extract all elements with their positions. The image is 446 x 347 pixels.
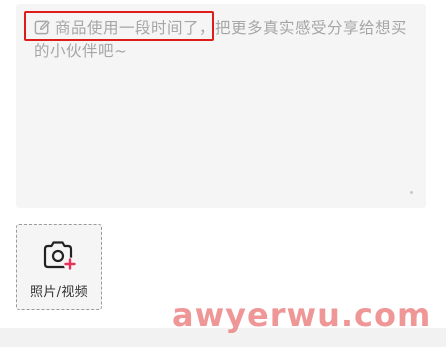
annotation-highlight-box — [24, 11, 214, 41]
camera-plus-icon — [43, 241, 76, 271]
watermark-text: awyerwu.com — [172, 296, 432, 334]
resize-handle[interactable] — [410, 191, 413, 194]
add-photo-video-button[interactable]: 照片/视频 — [16, 224, 102, 310]
add-photo-video-label: 照片/视频 — [30, 285, 88, 300]
